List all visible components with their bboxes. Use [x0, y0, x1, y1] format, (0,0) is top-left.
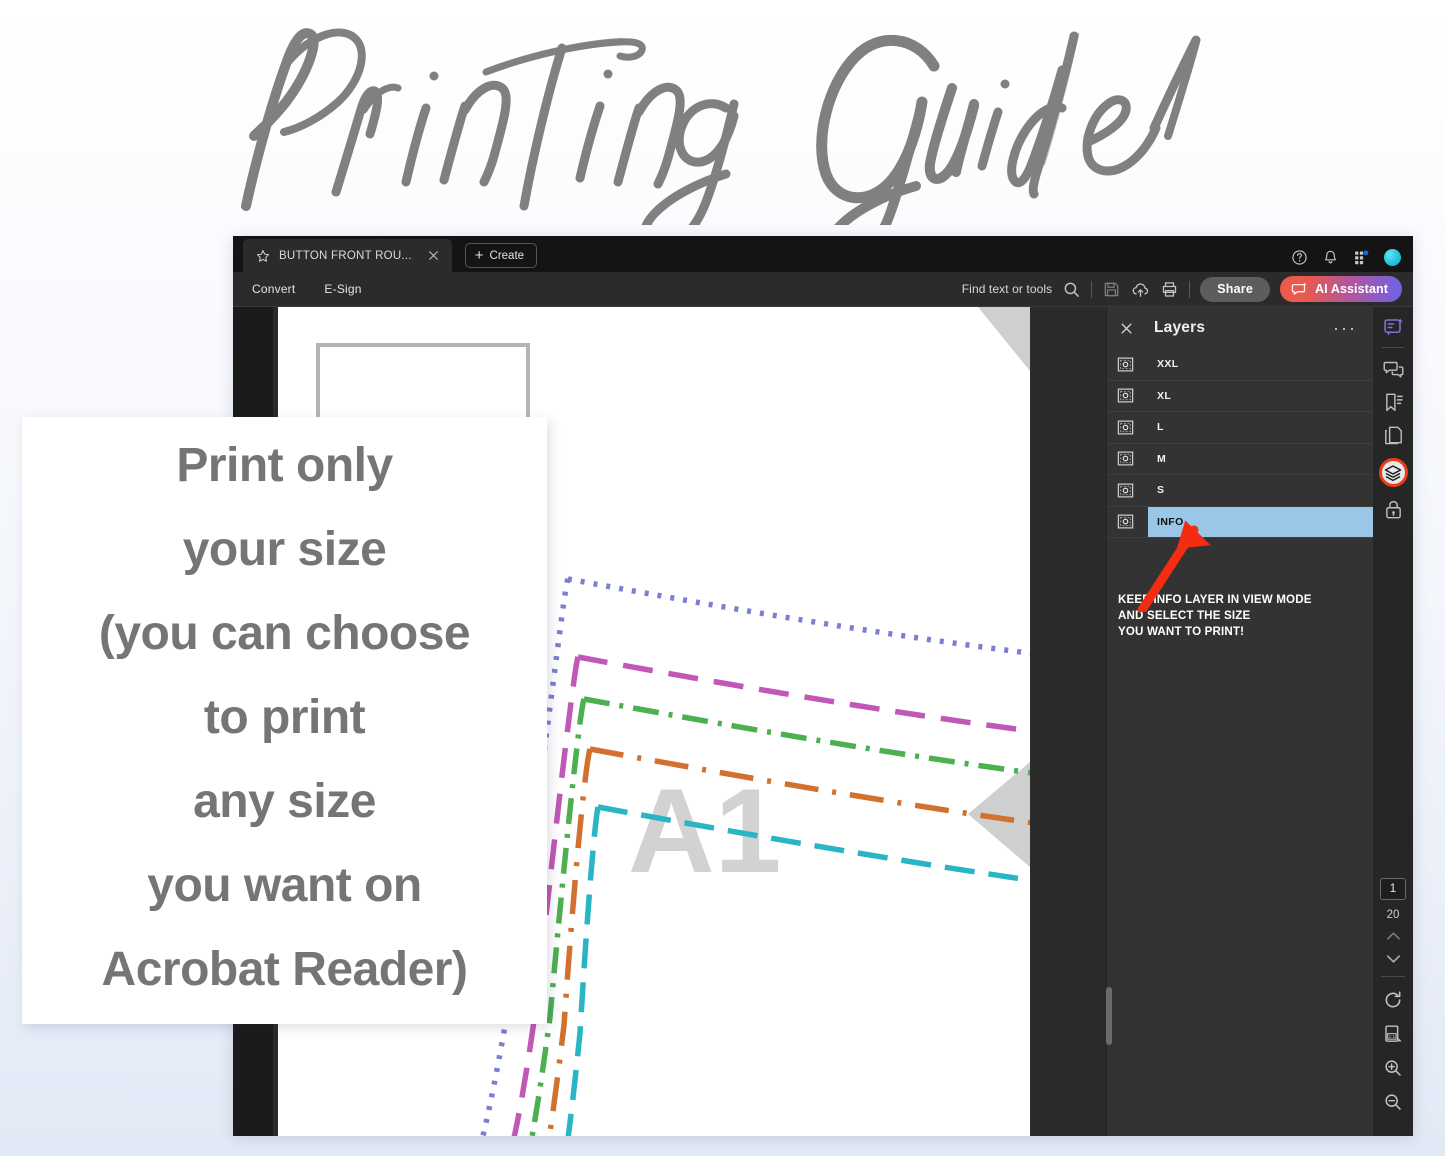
create-button-label: Create: [490, 250, 525, 262]
star-icon[interactable]: [256, 249, 270, 263]
tab-bar-actions: [1291, 249, 1413, 272]
ai-sparkle-icon: [1291, 281, 1308, 298]
app-grid-icon[interactable]: [1353, 249, 1370, 266]
rail-divider: [1382, 347, 1404, 348]
help-circle-icon[interactable]: [1291, 249, 1308, 266]
save-disk-icon[interactable]: [1102, 280, 1121, 299]
layers-panel: Layers ··· XXL XL: [1106, 307, 1373, 1136]
annotation-callout: KEEP INFO LAYER IN VIEW MODE AND SELECT …: [1118, 592, 1368, 641]
bookmark-icon[interactable]: [1383, 392, 1404, 413]
zoom-in-icon[interactable]: [1383, 1058, 1403, 1078]
total-pages: 20: [1387, 909, 1400, 921]
layer-name: XL: [1148, 381, 1373, 412]
ai-assistant-label: AI Assistant: [1315, 282, 1388, 296]
layer-name: M: [1148, 444, 1373, 475]
page-navigation: 1 20 1:1: [1373, 878, 1413, 1126]
layer-visibility-icon[interactable]: [1117, 388, 1134, 403]
layers-tool-button[interactable]: [1379, 458, 1408, 487]
overlay-line-2: your size: [183, 508, 387, 592]
layer-row-m[interactable]: M: [1107, 444, 1373, 476]
share-button[interactable]: Share: [1200, 277, 1270, 302]
layer-name: L: [1148, 412, 1373, 443]
tab-bar: BUTTON FRONT ROU... + Create: [233, 236, 1413, 272]
create-button[interactable]: + Create: [465, 243, 537, 268]
layer-visibility-icon[interactable]: [1117, 483, 1134, 498]
layer-row-s[interactable]: S: [1107, 475, 1373, 507]
fit-page-1to1-icon[interactable]: 1:1: [1383, 1024, 1403, 1044]
page-edge-triangle: [968, 762, 1030, 867]
lock-icon[interactable]: [1383, 499, 1404, 520]
svg-text:1:1: 1:1: [1389, 1034, 1396, 1039]
layer-row-l[interactable]: L: [1107, 412, 1373, 444]
search-icon[interactable]: [1062, 280, 1081, 299]
printing-guide-title: [228, 10, 1218, 225]
close-icon[interactable]: [1119, 321, 1134, 336]
layer-row-xl[interactable]: XL: [1107, 381, 1373, 413]
find-label: Find text or tools: [962, 282, 1053, 296]
rail-divider-2: [1381, 976, 1405, 977]
toolbar: Convert E-Sign Find text or tools: [233, 272, 1413, 307]
page-corner-triangle: [978, 307, 1030, 371]
zoom-out-icon[interactable]: [1383, 1092, 1403, 1112]
toolbar-actions: Find text or tools Share: [962, 276, 1413, 302]
convert-menu[interactable]: Convert: [242, 282, 305, 296]
rotate-icon[interactable]: [1383, 990, 1403, 1010]
right-tool-rail: 1 20 1:1: [1373, 307, 1413, 1136]
ai-assistant-button[interactable]: AI Assistant: [1280, 276, 1402, 302]
bell-icon[interactable]: [1322, 249, 1339, 266]
share-button-label: Share: [1217, 282, 1253, 296]
chevron-up-icon[interactable]: [1385, 930, 1402, 942]
page-thumbnails-icon[interactable]: [1383, 425, 1404, 446]
current-page-input[interactable]: 1: [1380, 878, 1406, 900]
overlay-line-5: any size: [193, 760, 376, 844]
cloud-upload-icon[interactable]: [1131, 280, 1150, 299]
layer-row-xxl[interactable]: XXL: [1107, 349, 1373, 381]
printer-icon[interactable]: [1160, 280, 1179, 299]
overflow-menu-icon[interactable]: ···: [1333, 323, 1357, 333]
layer-visibility-icon[interactable]: [1117, 357, 1134, 372]
chevron-down-icon[interactable]: [1385, 953, 1402, 965]
plus-icon: +: [475, 248, 484, 263]
layers-panel-header: Layers ···: [1107, 307, 1373, 349]
layer-name: S: [1148, 475, 1373, 506]
esign-menu[interactable]: E-Sign: [314, 282, 371, 296]
overlay-line-7: Acrobat Reader): [102, 928, 468, 1012]
ai-assistant-icon[interactable]: [1383, 317, 1404, 338]
current-page-value: 1: [1390, 883, 1396, 895]
layers-panel-title: Layers: [1154, 319, 1205, 337]
comment-icon[interactable]: [1383, 359, 1404, 380]
instruction-overlay-card: Print only your size (you can choose to …: [22, 417, 547, 1024]
layers-icon: [1384, 464, 1402, 482]
overlay-line-6: you want on: [147, 844, 421, 928]
user-avatar[interactable]: [1384, 249, 1401, 266]
annotation-arrow-icon: [1118, 520, 1238, 612]
overlay-line-4: to print: [204, 676, 365, 760]
page-header: [0, 0, 1445, 238]
overlay-line-1: Print only: [176, 424, 392, 508]
panel-scrollbar[interactable]: [1106, 987, 1112, 1045]
page-size-label: A1: [628, 764, 781, 898]
toolbar-divider-2: [1189, 281, 1190, 298]
close-icon[interactable]: [427, 249, 440, 262]
overlay-line-3: (you can choose: [99, 592, 470, 676]
toolbar-divider: [1091, 281, 1092, 298]
document-tab-title: BUTTON FRONT ROU...: [279, 250, 412, 262]
layer-name: XXL: [1148, 349, 1373, 380]
annotation-line-3: YOU WANT TO PRINT!: [1118, 624, 1368, 640]
layer-visibility-icon[interactable]: [1117, 451, 1134, 466]
document-tab[interactable]: BUTTON FRONT ROU...: [243, 239, 452, 272]
layer-visibility-icon[interactable]: [1117, 420, 1134, 435]
